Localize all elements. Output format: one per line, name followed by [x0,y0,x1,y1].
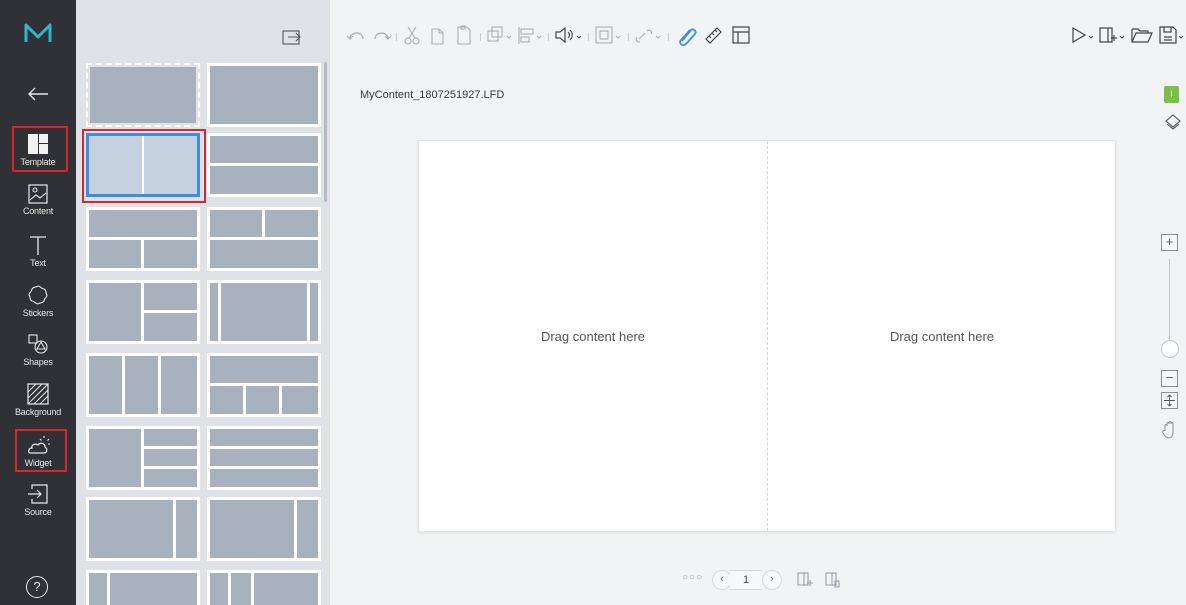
back-arrow-icon[interactable] [26,84,50,104]
sidebar-item-template[interactable]: Template [0,133,76,167]
template-two-rows[interactable] [207,133,321,197]
play-icon[interactable] [1070,24,1098,46]
prev-page-button[interactable]: ‹ [712,570,732,590]
drop-zone-left[interactable]: Drag content here [419,141,767,531]
status-badge[interactable]: I [1164,86,1179,103]
left-rail: Template Content Text Stickers Shapes Ba… [0,0,76,605]
top-toolbar [330,0,1186,64]
collapse-panel-icon[interactable] [282,28,302,46]
source-icon [28,484,48,504]
background-icon [27,383,49,405]
sidebar-item-label: Widget [24,458,52,468]
template-three-rows[interactable] [207,426,321,490]
image-icon [28,184,48,204]
app-window: Template Content Text Stickers Shapes Ba… [0,0,1186,605]
file-name: MyContent_1807251927.LFD [360,89,505,101]
shapes-icon [28,334,48,354]
page-number: 1 [730,570,762,590]
template-two-strips-wide[interactable] [207,570,321,605]
link-icon[interactable] [634,24,664,46]
help-button[interactable]: ? [26,576,48,598]
sticker-icon [28,285,48,305]
sidebar-item-label: Template [20,157,56,167]
page-overview-dots[interactable]: ○○○ [682,572,703,592]
sidebar-item-label: Shapes [23,357,53,367]
template-strip-left-wide[interactable] [86,570,200,605]
template-three-columns[interactable] [86,353,200,417]
group-icon[interactable] [594,24,624,46]
sidebar-item-label: Background [14,407,62,417]
sidebar-item-content[interactable]: Content [0,184,76,216]
cut-icon[interactable] [402,24,422,46]
undo-icon[interactable] [346,24,368,46]
next-page-button[interactable]: › [762,570,782,590]
template-top-two-bottom[interactable] [86,207,200,271]
copy-icon[interactable] [428,24,448,46]
ruler-icon[interactable] [702,24,724,46]
template-full[interactable] [207,63,321,127]
drop-zone-right[interactable]: Drag content here [768,141,1116,531]
arrange-icon[interactable] [486,24,514,46]
logo-icon [24,23,52,42]
template-side-strips[interactable] [207,280,321,344]
paste-icon[interactable] [454,24,474,46]
text-icon [30,236,46,255]
panel-scrollbar[interactable] [324,62,327,202]
zoom-slider-knob[interactable] [1161,340,1179,358]
sidebar-item-label: Content [22,206,54,216]
cloud-sun-icon [28,436,50,454]
template-wide-left-strip-right[interactable] [86,497,200,561]
template-wide-right-strip[interactable] [207,497,321,561]
grid-icon[interactable] [730,24,752,46]
add-page-icon[interactable] [1098,24,1128,46]
sidebar-item-label: Text [30,258,46,268]
sidebar-item-stickers[interactable]: Stickers [0,284,76,318]
sidebar-item-shapes[interactable]: Shapes [0,333,76,367]
sidebar-item-source[interactable]: Source [0,483,76,517]
redo-icon[interactable] [370,24,392,46]
template-two-top-bottom[interactable] [207,207,321,271]
zoom-track[interactable] [1169,259,1170,349]
open-folder-icon[interactable] [1130,24,1154,46]
add-page-bottom-icon[interactable] [796,570,816,590]
hand-tool-icon[interactable] [1162,420,1178,440]
sidebar-item-background[interactable]: Background [0,383,76,417]
template-blank[interactable] [86,63,200,127]
sidebar-item-text[interactable]: Text [0,234,76,268]
layers-icon[interactable] [1164,113,1182,131]
sidebar-item-label: Source [24,507,52,517]
save-icon[interactable] [1158,24,1184,46]
fit-screen-icon[interactable] [1161,392,1178,409]
zoom-out-button[interactable]: − [1161,370,1178,387]
copy-page-icon[interactable] [824,570,844,590]
sidebar-item-widget[interactable]: Widget [0,434,76,468]
layout-canvas[interactable]: Drag content here Drag content here [418,140,1116,532]
template-top-three-bottom[interactable] [207,353,321,417]
align-icon[interactable] [516,24,544,46]
selected-template-highlight [82,129,206,203]
sidebar-item-label: Stickers [22,308,54,318]
zoom-in-button[interactable]: + [1161,234,1178,251]
template-panel [76,0,330,605]
magnet-icon[interactable] [676,24,700,46]
audio-icon[interactable] [554,24,584,46]
template-left-three-right[interactable] [86,426,200,490]
template-icon [28,134,48,154]
template-left-two-right[interactable] [86,280,200,344]
